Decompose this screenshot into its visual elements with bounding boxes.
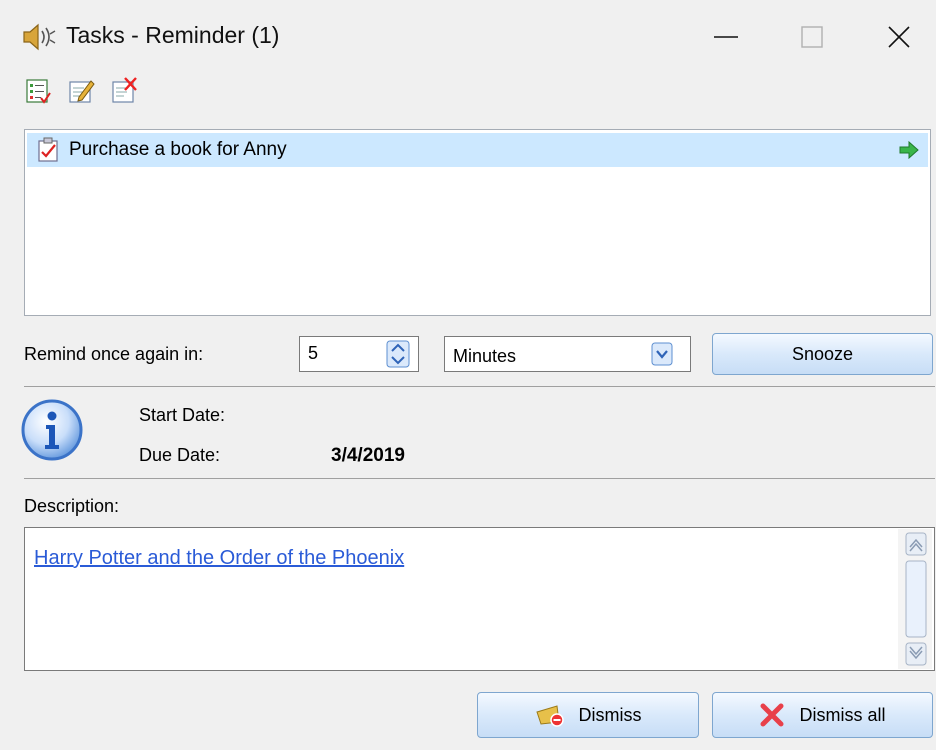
snooze-unit-select[interactable]: Minutes xyxy=(444,336,691,372)
due-date-value: 3/4/2019 xyxy=(331,445,405,466)
minimize-button[interactable] xyxy=(687,0,765,74)
dismiss-icon xyxy=(535,702,565,728)
chevron-down-icon[interactable] xyxy=(651,342,673,366)
dismiss-all-button[interactable]: Dismiss all xyxy=(712,692,933,738)
close-button[interactable] xyxy=(860,0,936,74)
maximize-icon xyxy=(801,26,823,48)
minimize-icon xyxy=(714,36,738,38)
snooze-amount-stepper[interactable]: 5 xyxy=(299,336,419,372)
task-icon xyxy=(38,137,58,162)
task-label: Purchase a book for Anny xyxy=(69,139,287,160)
red-x-icon xyxy=(759,702,785,728)
close-icon xyxy=(888,26,910,48)
description-label: Description: xyxy=(24,496,120,516)
dismiss-label: Dismiss xyxy=(578,704,642,725)
spin-arrows-icon[interactable] xyxy=(386,340,410,368)
toolbar xyxy=(0,74,936,114)
divider xyxy=(24,478,935,479)
window-title: Tasks - Reminder (1) xyxy=(66,22,280,48)
checklist-icon[interactable] xyxy=(24,76,52,106)
description-box[interactable]: Harry Potter and the Order of the Phoeni… xyxy=(24,527,935,671)
snooze-unit-value: Minutes xyxy=(453,346,517,366)
edit-icon[interactable] xyxy=(67,76,95,106)
snooze-amount-value: 5 xyxy=(308,343,319,363)
dismiss-all-label: Dismiss all xyxy=(799,704,886,725)
due-date-label: Due Date: xyxy=(139,445,221,465)
delete-task-icon[interactable] xyxy=(110,76,138,106)
arrow-right-icon[interactable] xyxy=(899,141,919,159)
info-icon xyxy=(21,399,83,461)
description-link[interactable]: Harry Potter and the Order of the Phoeni… xyxy=(34,547,404,570)
title-bar: Tasks - Reminder (1) xyxy=(0,0,936,74)
vertical-scrollbar[interactable] xyxy=(898,529,932,669)
task-list-item[interactable]: Purchase a book for Anny xyxy=(27,133,928,167)
divider xyxy=(24,386,935,387)
remind-label: Remind once again in: xyxy=(24,344,204,364)
dismiss-button[interactable]: Dismiss xyxy=(477,692,699,738)
start-date-label: Start Date: xyxy=(139,405,226,425)
speaker-icon xyxy=(23,23,56,51)
task-list[interactable]: Purchase a book for Anny xyxy=(24,129,931,316)
snooze-button[interactable]: Snooze xyxy=(712,333,933,375)
maximize-button[interactable] xyxy=(773,0,851,74)
